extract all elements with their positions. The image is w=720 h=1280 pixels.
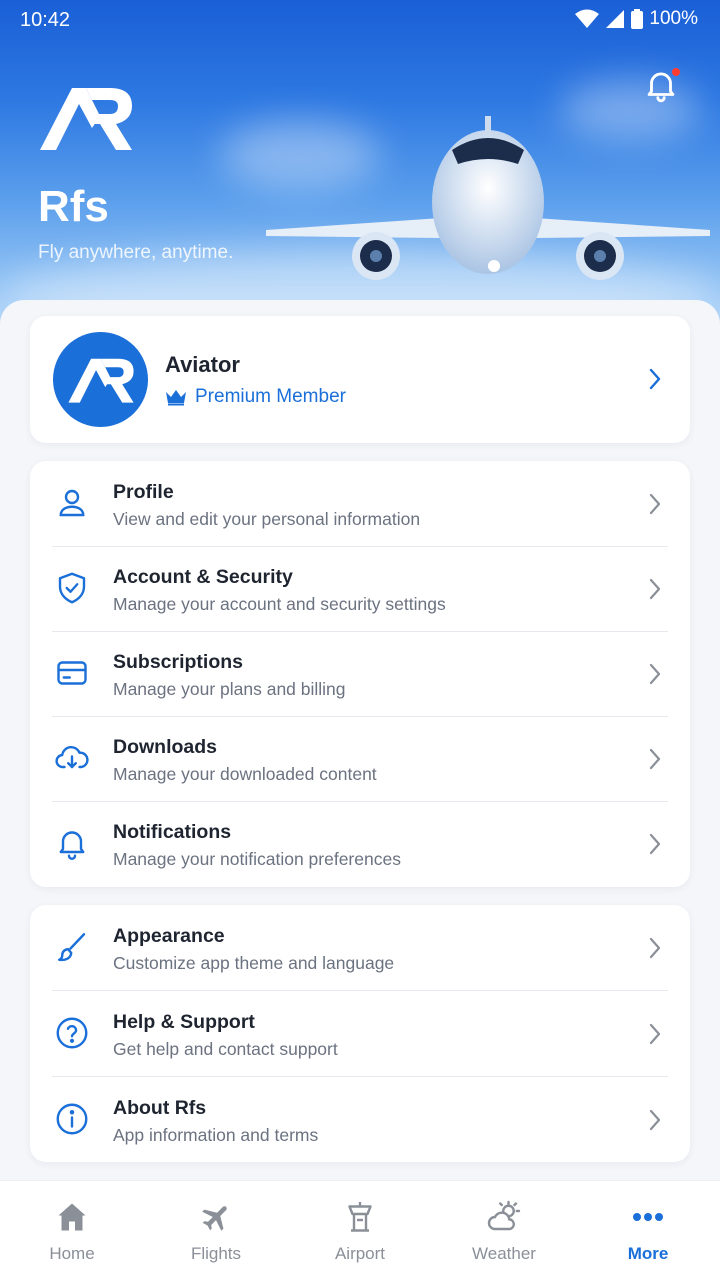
menu-item-title: Account & Security <box>113 566 293 588</box>
chevron-right-icon <box>649 748 661 770</box>
menu-item-description: App information and terms <box>113 1125 319 1145</box>
user-icon <box>59 489 85 517</box>
membership-status: Premium Member <box>165 386 346 408</box>
nav-label: Flights <box>190 1244 242 1263</box>
battery-icon <box>631 9 644 29</box>
bottom-navigation: Home Flights Airport Weather More <box>0 1180 720 1280</box>
avatar <box>53 332 148 427</box>
brush-icon <box>58 933 86 962</box>
chevron-right-icon <box>649 833 661 855</box>
chevron-right-icon <box>649 368 661 390</box>
partly-cloudy-icon <box>487 1200 521 1231</box>
nav-label: Airport <box>334 1244 386 1263</box>
menu-item-title: Subscriptions <box>113 651 244 673</box>
menu-item-description: Manage your account and security setting… <box>113 594 446 614</box>
more-dots-icon <box>633 1213 663 1221</box>
menu-item-downloads[interactable]: Downloads Manage your downloaded content <box>30 716 690 802</box>
help-circle-icon <box>56 1017 88 1049</box>
app-tagline: Fly anywhere, anytime. <box>38 242 234 263</box>
shield-check-icon <box>58 572 86 604</box>
menu-item-notifications[interactable]: Notifications Manage your notification p… <box>30 801 690 887</box>
notification-badge <box>672 68 680 76</box>
profile-card[interactable]: Aviator Premium Member <box>30 316 690 443</box>
signal-icon <box>606 10 625 28</box>
nav-label: Home <box>49 1244 95 1263</box>
menu-item-appearance[interactable]: Appearance Customize app theme and langu… <box>30 905 690 991</box>
chevron-right-icon <box>649 937 661 959</box>
menu-item-description: Manage your plans and billing <box>113 679 346 699</box>
menu-item-description: View and edit your personal information <box>113 509 421 529</box>
avatar-logo <box>68 358 134 403</box>
menu-item-title: Notifications <box>113 821 232 843</box>
credit-card-icon <box>57 661 87 685</box>
plane-icon <box>202 1206 227 1231</box>
chevron-right-icon <box>649 663 661 685</box>
menu-item-description: Manage your downloaded content <box>113 764 377 784</box>
app-logo <box>40 88 132 150</box>
menu-item-title: Help & Support <box>113 1011 255 1033</box>
nav-label: Weather <box>472 1244 536 1263</box>
status-icons: 100% <box>575 8 698 30</box>
battery-level: 100% <box>649 8 698 29</box>
menu-item-title: Profile <box>113 481 174 503</box>
control-tower-icon <box>348 1202 372 1232</box>
nav-home[interactable]: Home <box>0 1181 144 1280</box>
menu-item-title: Downloads <box>113 736 218 758</box>
menu-item-description: Customize app theme and language <box>113 953 395 973</box>
menu-item-description: Manage your notification preferences <box>113 849 401 869</box>
app-title: Rfs <box>38 182 109 231</box>
status-time: 10:42 <box>20 9 71 31</box>
nav-more[interactable]: More <box>576 1181 720 1280</box>
menu-item-title: Appearance <box>113 925 225 947</box>
chevron-right-icon <box>649 493 661 515</box>
menu-item-subscriptions[interactable]: Subscriptions Manage your plans and bill… <box>30 631 690 717</box>
bell-icon <box>59 831 85 860</box>
chevron-right-icon <box>649 1023 661 1045</box>
hero-banner: 10:42 100% Rfs Fly anywhere, anytime. <box>0 0 720 330</box>
crown-icon <box>166 390 186 406</box>
status-bar: 10:42 100% <box>0 0 720 40</box>
nav-weather[interactable]: Weather <box>432 1181 576 1280</box>
user-name: Aviator <box>165 352 240 377</box>
wifi-icon <box>575 9 600 28</box>
settings-group-app: Appearance Customize app theme and langu… <box>30 905 690 1162</box>
menu-item-title: About Rfs <box>113 1097 207 1119</box>
settings-group-account: Profile View and edit your personal info… <box>30 461 690 887</box>
cloud-download-icon <box>55 746 89 769</box>
nav-flights[interactable]: Flights <box>144 1181 288 1280</box>
airplane-illustration <box>266 116 710 280</box>
menu-item-help-support[interactable]: Help & Support Get help and contact supp… <box>30 991 690 1077</box>
info-icon <box>56 1103 88 1135</box>
menu-item-about[interactable]: About Rfs App information and terms <box>30 1077 690 1163</box>
menu-item-description: Get help and contact support <box>113 1039 338 1059</box>
nav-airport[interactable]: Airport <box>288 1181 432 1280</box>
nav-label: More <box>627 1244 669 1263</box>
home-icon <box>58 1203 86 1231</box>
menu-item-account-security[interactable]: Account & Security Manage your account a… <box>30 546 690 632</box>
chevron-right-icon <box>649 578 661 600</box>
chevron-right-icon <box>649 1109 661 1131</box>
menu-item-profile[interactable]: Profile View and edit your personal info… <box>30 461 690 547</box>
membership-label: Premium Member <box>195 386 346 407</box>
